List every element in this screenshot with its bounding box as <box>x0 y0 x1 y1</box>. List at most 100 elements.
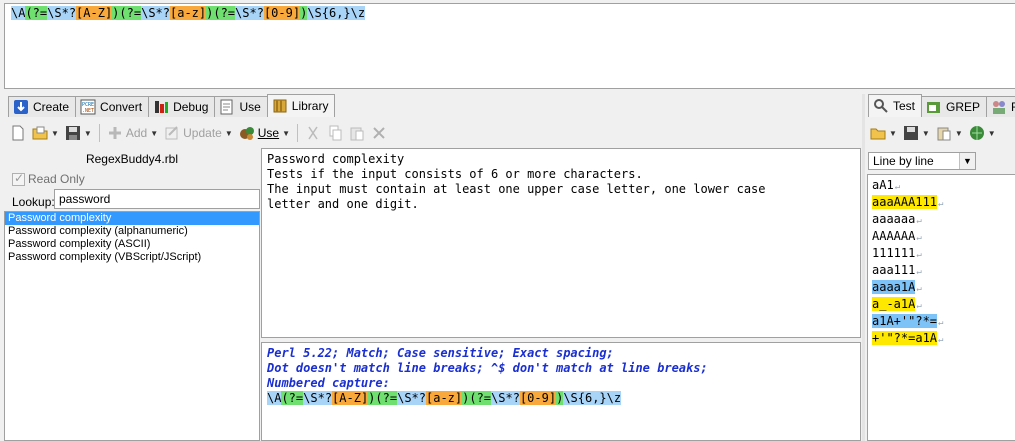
lookup-input[interactable]: password <box>54 189 260 209</box>
read-only-checkbox[interactable]: Read Only <box>12 171 85 186</box>
save-icon <box>903 125 919 141</box>
open-folder-icon <box>870 125 886 141</box>
new-library-button[interactable] <box>8 122 28 144</box>
paste-test-button[interactable]: ▼ <box>934 122 965 144</box>
tab-debug[interactable]: Debug <box>148 96 216 117</box>
library-item[interactable]: Password complexity <box>5 212 259 225</box>
new-file-icon <box>10 125 26 141</box>
globe-icon <box>969 125 985 141</box>
library-panel: RegexBuddy4.rbl Read Only Lookup: passwo… <box>4 148 260 441</box>
description-line: letter and one digit. <box>267 197 419 211</box>
test-mode-select[interactable]: Line by line ▼ <box>868 152 976 170</box>
detail-line: Numbered capture: <box>267 376 390 390</box>
tab-library[interactable]: Library <box>266 94 336 117</box>
line-break-icon: ↵ <box>938 335 944 345</box>
line-break-icon: ↵ <box>916 216 922 226</box>
tab-forum[interactable]: F <box>986 96 1015 117</box>
horizontal-splitter[interactable] <box>261 338 861 342</box>
open-library-button[interactable]: ▼ <box>30 122 61 144</box>
copy-button[interactable] <box>325 122 345 144</box>
delete-button[interactable] <box>369 122 389 144</box>
test-line-text: a_-a1A <box>872 297 916 311</box>
regex-token: (?= <box>119 6 142 20</box>
chevron-down-icon: ▼ <box>889 128 897 138</box>
update-button[interactable]: Update ▼ <box>162 122 235 144</box>
chevron-down-icon: ▼ <box>224 128 233 138</box>
vertical-splitter[interactable] <box>862 94 865 441</box>
test-line-text: aA1 <box>872 178 894 192</box>
cut-button[interactable] <box>303 122 323 144</box>
library-item[interactable]: Password complexity (ASCII) <box>5 238 259 251</box>
description-line: Password complexity <box>267 152 405 166</box>
line-break-icon: ↵ <box>916 250 922 260</box>
test-line-text: a1A+'"?*= <box>872 314 938 328</box>
description-line: Tests if the input consists of 6 or more… <box>267 167 643 181</box>
tab-create[interactable]: Create <box>8 96 77 117</box>
regex-token: [0-9] <box>263 6 301 20</box>
detail-line: Perl 5.22; Match; Case sensitive; Exact … <box>267 346 614 360</box>
cut-icon <box>305 125 321 141</box>
open-test-button[interactable]: ▼ <box>868 122 899 144</box>
regex-token: \S*? <box>141 6 170 20</box>
chevron-down-icon: ▼ <box>51 128 59 138</box>
line-break-icon: ↵ <box>938 199 944 209</box>
chevron-down-icon[interactable]: ▼ <box>959 153 975 169</box>
regex-token: \S{6,}\z <box>307 6 366 20</box>
library-item[interactable]: Password complexity (VBScript/JScript) <box>5 251 259 264</box>
line-break-icon: ↵ <box>938 318 944 328</box>
regex-token: [a-z] <box>170 6 207 20</box>
main-tabbar: Create PCRE .NET Convert Debug Use Librar… <box>8 94 336 117</box>
regex-token: (?= <box>25 6 48 20</box>
create-icon <box>13 99 29 115</box>
test-line: AAAAAA↵ <box>872 229 1011 246</box>
regex-token: \S*? <box>47 6 77 20</box>
paste-icon <box>936 125 952 141</box>
description-line: The input must contain at least one uppe… <box>267 182 766 196</box>
test-subject-editor[interactable]: aA1↵ aaaAAA111↵ aaaaaa↵ AAAAAA↵ 111111↵ aaa11… <box>867 174 1015 441</box>
delete-icon <box>371 125 387 141</box>
test-line: aaaaaa↵ <box>872 212 1011 229</box>
line-break-icon: ↵ <box>894 182 901 192</box>
paste-button[interactable] <box>347 122 367 144</box>
regex-token: \S*? <box>491 391 520 405</box>
svg-text:.NET: .NET <box>82 108 94 114</box>
chevron-down-icon: ▼ <box>954 128 963 138</box>
test-line-text: +'"?*=a1A <box>872 331 938 345</box>
use-button[interactable]: Use ▼ <box>237 122 292 144</box>
debug-icon <box>153 99 169 115</box>
description-panel[interactable]: Password complexity Tests if the input co… <box>261 148 861 338</box>
tab-grep[interactable]: GREP <box>921 96 988 117</box>
use-icon <box>219 99 235 115</box>
highlight-button[interactable]: ▼ <box>967 122 998 144</box>
library-list[interactable]: Password complexity Password complexity (… <box>4 211 260 441</box>
test-line: aaaAAA111↵ <box>872 195 1011 212</box>
regex-token: (?= <box>375 391 398 405</box>
save-test-button[interactable]: ▼ <box>901 122 932 144</box>
regex-pattern: \A(?=\S*?[A-Z])(?=\S*?[a-z])(?=\S*?[0-9]… <box>11 6 1009 21</box>
test-line: aaaa1A↵ <box>872 280 1011 297</box>
copy-icon <box>327 125 343 141</box>
checkbox[interactable] <box>12 171 25 186</box>
test-line-text: aaaa1A <box>872 280 916 294</box>
test-line-text: AAAAAA <box>872 229 916 243</box>
open-folder-icon <box>32 125 48 141</box>
add-button[interactable]: Add ▼ <box>105 122 160 144</box>
line-break-icon: ↵ <box>916 301 922 311</box>
regex-editor[interactable]: \A(?=\S*?[A-Z])(?=\S*?[a-z])(?=\S*?[0-9]… <box>4 3 1015 89</box>
forum-icon <box>991 99 1007 115</box>
detail-line: Dot doesn't match line breaks; ^$ don't … <box>267 361 708 375</box>
regex-token: \S*? <box>303 391 333 405</box>
test-toolbar: ▼ ▼ ▼ ▼ <box>868 120 998 146</box>
regex-token: [A-Z] <box>332 391 369 405</box>
chevron-down-icon: ▼ <box>282 128 291 138</box>
tab-use[interactable]: Use <box>214 96 268 117</box>
tab-convert[interactable]: PCRE .NET Convert <box>75 96 150 117</box>
save-library-button[interactable]: ▼ <box>63 122 94 144</box>
library-item[interactable]: Password complexity (alphanumeric) <box>5 225 259 238</box>
regex-token: [A-Z] <box>76 6 113 20</box>
add-icon <box>107 125 123 141</box>
test-line: a_-a1A↵ <box>872 297 1011 314</box>
paste-icon <box>349 125 365 141</box>
tab-test[interactable]: Test <box>868 94 923 117</box>
test-line-text: aaaAAA111 <box>872 195 938 209</box>
